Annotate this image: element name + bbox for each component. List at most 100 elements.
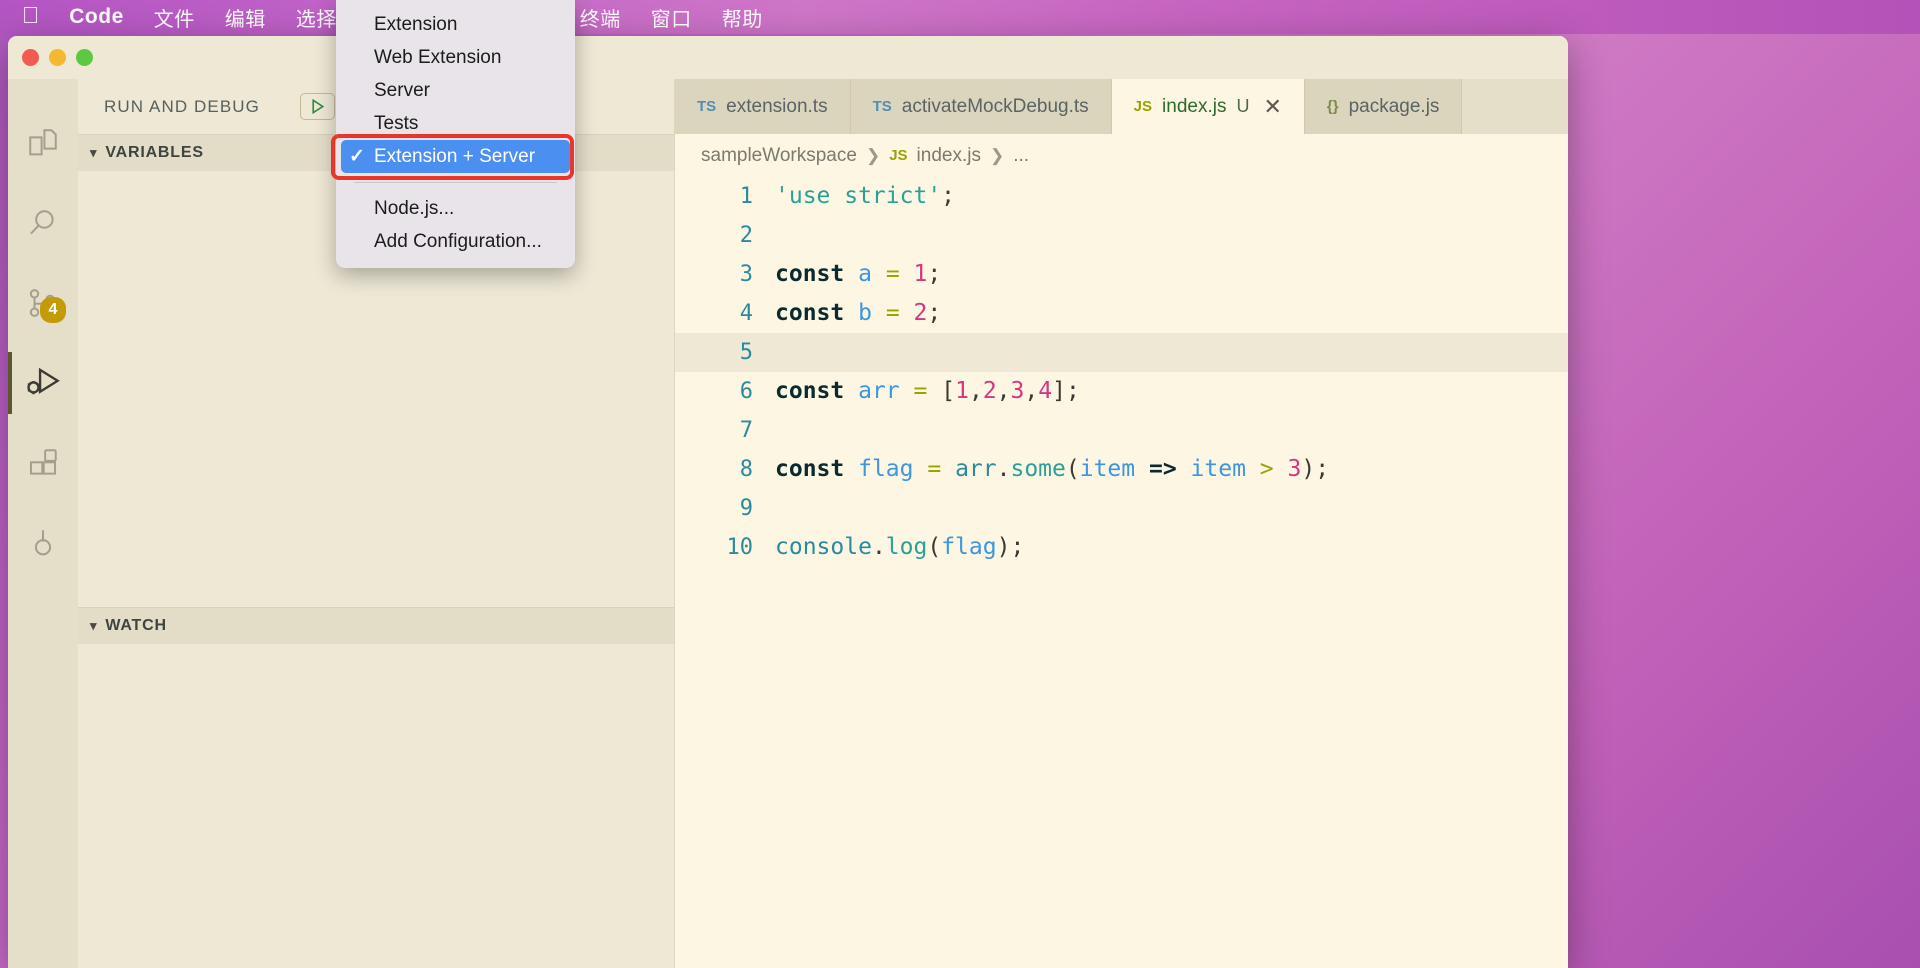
code-token: [ — [941, 378, 956, 404]
traffic-lights — [8, 49, 93, 66]
activity-bar-item-extensions[interactable] — [8, 423, 78, 503]
code-line[interactable]: 8 const flag = arr.some(item => item > 3)… — [675, 450, 1568, 489]
chevron-right-icon: ❯ — [865, 145, 881, 165]
code-token: const — [775, 456, 845, 482]
code-token: , — [968, 378, 983, 404]
play-icon — [308, 97, 327, 116]
dropdown-item-label: Server — [374, 79, 430, 101]
watch-panel-body — [78, 644, 674, 968]
editor-tab-activatemockdebug-ts[interactable]: TS activateMockDebug.ts — [850, 79, 1112, 134]
code-token: console — [775, 534, 872, 560]
line-number: 2 — [739, 223, 753, 248]
activity-bar-item-search[interactable] — [8, 183, 78, 263]
code-token: some — [1010, 456, 1066, 482]
code-token: , — [1024, 378, 1039, 404]
minimize-button[interactable] — [49, 49, 66, 66]
code-line[interactable]: 7 — [675, 411, 1568, 450]
code-token: arr — [955, 456, 997, 482]
editor-tab-label: package.js — [1348, 95, 1440, 117]
code-token: . — [871, 534, 886, 560]
breadcrumb-file[interactable]: index.js — [917, 145, 981, 167]
code-line[interactable]: 10 console.log(flag); — [675, 528, 1568, 567]
code-token: 3 — [1287, 456, 1302, 482]
section-header-watch[interactable]: ▾ WATCH — [78, 607, 674, 644]
menu-item-help[interactable]: 帮助 — [722, 3, 763, 32]
editor-tab-label: index.js — [1162, 95, 1227, 117]
code-line[interactable]: 1 'use strict'; — [675, 177, 1568, 216]
dropdown-item-label: Extension — [374, 13, 458, 35]
search-icon — [26, 206, 60, 240]
run-and-debug-icon — [24, 364, 62, 402]
debug-configuration-dropdown-menu[interactable]: Extension Web Extension Server Tests ✓ Extens… — [336, 0, 575, 268]
activity-bar-item-source-control[interactable]: 4 — [8, 263, 78, 343]
maximize-button[interactable] — [76, 49, 93, 66]
sidebar-title: RUN AND DEBUG — [104, 96, 260, 116]
dropdown-item-tests[interactable]: Tests — [336, 107, 575, 140]
dropdown-item-extension-server[interactable]: ✓ Extension + Server — [341, 140, 570, 173]
close-icon[interactable]: ✕ — [1263, 95, 1281, 118]
menu-item-window[interactable]: 窗口 — [651, 3, 692, 32]
code-line[interactable]: 5 — [675, 333, 1568, 372]
json-file-icon: {} — [1326, 98, 1339, 115]
editor-tab-extension-ts[interactable]: TS extension.ts — [675, 79, 851, 134]
activity-bar-item-run-and-debug[interactable] — [8, 343, 78, 423]
code-line[interactable]: 2 — [675, 216, 1568, 255]
menu-item-terminal[interactable]: 终端 — [580, 3, 621, 32]
code-token: = — [885, 261, 900, 287]
menu-item-select[interactable]: 选择 — [296, 3, 337, 32]
code-token: 1 — [913, 261, 928, 287]
code-token: > — [1259, 456, 1274, 482]
breadcrumb-tail[interactable]: ... — [1013, 145, 1029, 167]
js-file-icon: JS — [889, 147, 908, 164]
line-number: 4 — [739, 301, 753, 326]
extensions-icon — [26, 446, 60, 480]
dropdown-item-add-configuration[interactable]: Add Configuration... — [336, 225, 575, 258]
code-editor[interactable]: 1'use strict'; 2 3 const a = 1; 4 const b = 2… — [675, 177, 1568, 567]
macos-menu-bar[interactable]:  Code 文件 编辑 选择 查看 转到 运行 终端 窗口 帮助 — [0, 0, 1920, 34]
activity-bar-item-explorer[interactable] — [8, 103, 78, 183]
code-token: arr — [858, 378, 900, 404]
code-token: = — [885, 300, 900, 326]
menu-separator — [354, 182, 557, 183]
code-token: 1 — [955, 378, 969, 404]
dropdown-item-node-js[interactable]: Node.js... — [336, 192, 575, 225]
close-button[interactable] — [22, 49, 39, 66]
code-token: ; — [927, 261, 942, 287]
activity-bar-item-testing[interactable] — [8, 503, 78, 583]
menu-item-code[interactable]: Code — [69, 5, 124, 29]
menu-item-file[interactable]: 文件 — [154, 3, 195, 32]
code-line[interactable]: 3 const a = 1; — [675, 255, 1568, 294]
dropdown-item-label: Extension + Server — [374, 145, 536, 167]
code-token: 3 — [1010, 378, 1025, 404]
source-control-badge: 4 — [40, 297, 66, 323]
line-number: 10 — [726, 535, 754, 560]
dropdown-item-web-extension[interactable]: Web Extension — [336, 41, 575, 74]
code-token: const — [775, 378, 845, 404]
code-token: => — [1148, 456, 1177, 482]
start-debugging-button[interactable] — [300, 93, 335, 120]
code-token: 2 — [913, 300, 928, 326]
code-line[interactable]: 9 — [675, 489, 1568, 528]
editor-tab-label: activateMockDebug.ts — [901, 95, 1089, 117]
code-line-text: const flag = arr.some(item => item > 3); — [775, 450, 1568, 489]
chevron-down-icon: ▾ — [90, 618, 98, 633]
menu-item-edit[interactable]: 编辑 — [225, 3, 266, 32]
editor-tab-package-json[interactable]: {} package.js — [1304, 79, 1463, 134]
chevron-down-icon: ▾ — [90, 145, 98, 160]
dropdown-item-server[interactable]: Server — [336, 74, 575, 107]
code-line[interactable]: 4 const b = 2; — [675, 294, 1568, 333]
breadcrumb-root[interactable]: sampleWorkspace — [701, 145, 857, 167]
editor-tab-index-js[interactable]: JS index.js U ✕ — [1111, 79, 1305, 134]
apple-logo-icon[interactable]:  — [22, 3, 39, 27]
dropdown-item-extension[interactable]: Extension — [336, 8, 575, 41]
code-line[interactable]: 6 const arr = [1,2,3,4]; — [675, 372, 1568, 411]
